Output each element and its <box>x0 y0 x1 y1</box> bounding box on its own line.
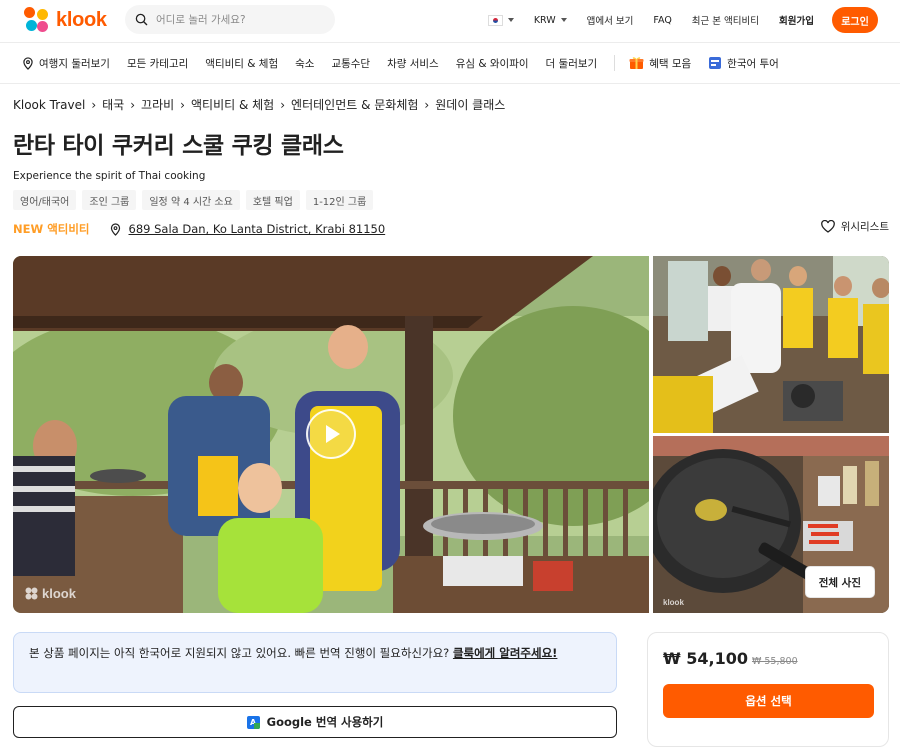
new-activity-badge: NEW 액티비티 <box>13 221 90 237</box>
page-subtitle: Experience the spirit of Thai cooking <box>13 170 206 182</box>
top-header: klook KRW 앱에서 보기 FAQ 최근 본 액티비티 회원가입 로그인 <box>0 0 900 42</box>
all-photos-button[interactable]: 전체 사진 <box>804 566 875 598</box>
google-translate-icon: A <box>246 715 260 729</box>
main-photo-video[interactable]: klook <box>13 256 649 613</box>
play-video-button[interactable] <box>306 409 356 459</box>
translation-notice: 본 상품 페이지는 아직 한국어로 지원되지 않고 있어요. 빠른 번역 진행이… <box>13 632 617 693</box>
tag-language: 영어/태국어 <box>13 190 77 210</box>
chevron-right-icon: › <box>424 97 430 112</box>
search-icon <box>135 13 148 26</box>
logo-text: klook <box>56 8 107 31</box>
tag-pickup: 호텔 픽업 <box>245 190 300 210</box>
nav-item-korean-tour[interactable]: 한국어 투어 <box>708 56 779 71</box>
heart-icon <box>820 220 835 233</box>
chevron-right-icon: › <box>91 97 97 112</box>
nav-item-deals[interactable]: 혜택 모음 <box>629 56 691 71</box>
breadcrumb-link[interactable]: 태국 <box>102 96 124 113</box>
nav-item-hotels[interactable]: 숙소 <box>295 56 314 71</box>
nav-item-transport[interactable]: 교통수단 <box>331 56 370 71</box>
nav-item-label: 혜택 모음 <box>649 57 692 70</box>
chevron-down-icon <box>560 18 567 22</box>
select-option-button[interactable]: 옵션 선택 <box>663 684 874 718</box>
notice-text: 본 상품 페이지는 아직 한국어로 지원되지 않고 있어요. 빠른 번역 진행이… <box>29 646 450 660</box>
klook-watermark: klook <box>25 586 76 601</box>
tag-duration: 일정 약 4 시간 소요 <box>142 190 240 210</box>
breadcrumb-link[interactable]: Klook Travel <box>13 98 85 112</box>
wishlist-label: 위시리스트 <box>840 221 889 233</box>
nav-item-label: 여행지 둘러보기 <box>39 57 110 70</box>
nav-item-more[interactable]: 더 둘러보기 <box>546 56 598 71</box>
wishlist-button[interactable]: 위시리스트 <box>820 219 889 234</box>
search-input[interactable] <box>156 13 316 26</box>
breadcrumb: Klook Travel › 태국 › 끄라비 › 액티비티 & 체험 › 엔터테인먼트… <box>13 96 505 113</box>
page-title: 란타 타이 쿠커리 스쿨 쿠킹 클래스 <box>13 133 344 159</box>
nav-item-car-services[interactable]: 차량 서비스 <box>387 56 439 71</box>
currency-label: KRW <box>533 14 556 26</box>
breadcrumb-link[interactable]: 끄라비 <box>141 96 174 113</box>
notify-klook-link[interactable]: 클룩에게 알려주세요! <box>453 646 557 660</box>
location-pin-icon <box>23 56 33 70</box>
faq-link[interactable]: FAQ <box>653 15 671 26</box>
klook-watermark: klook <box>663 598 684 607</box>
login-button[interactable]: 로그인 <box>832 7 878 33</box>
tag-group-type: 조인 그룹 <box>82 190 137 210</box>
activity-tags: 영어/태국어 조인 그룹 일정 약 4 시간 소요 호텔 픽업 1-12인 그룹 <box>13 190 374 210</box>
currency-selector[interactable]: KRW <box>534 15 567 26</box>
nav-item-label: 한국어 투어 <box>727 57 779 70</box>
breadcrumb-current[interactable]: 원데이 클래스 <box>435 96 505 113</box>
korean-tour-icon <box>709 57 722 69</box>
google-translate-label: Google 번역 사용하기 <box>266 715 384 729</box>
breadcrumb-link[interactable]: 엔터테인먼트 & 문화체험 <box>291 96 418 113</box>
watermark-text: klook <box>42 586 76 601</box>
nav-divider <box>614 55 616 71</box>
category-nav: 여행지 둘러보기 모든 카테고리 액티비티 & 체험 숙소 교통수단 차량 서비… <box>0 42 900 84</box>
new-badge-prefix: NEW <box>13 222 44 236</box>
address-text: 689 Sala Dan, Ko Lanta District, Krabi 8… <box>128 222 386 236</box>
app-link[interactable]: 앱에서 보기 <box>587 13 634 27</box>
gallery-photo-2[interactable] <box>653 256 889 433</box>
chevron-right-icon: › <box>180 97 185 112</box>
chevron-right-icon: › <box>280 97 286 112</box>
address-link[interactable]: 689 Sala Dan, Ko Lanta District, Krabi 8… <box>110 222 386 236</box>
breadcrumb-link[interactable]: 액티비티 & 체험 <box>191 96 274 113</box>
recently-viewed-link[interactable]: 최근 본 액티비티 <box>692 13 759 27</box>
new-badge-label: 액티비티 <box>47 222 90 236</box>
tag-group-size: 1-12인 그룹 <box>305 190 374 210</box>
watermark-text: klook <box>663 598 684 607</box>
nav-item-activities[interactable]: 액티비티 & 체험 <box>205 56 278 71</box>
booking-card: ₩ 54,100 ₩ 55,800 옵션 선택 <box>647 632 889 747</box>
gift-icon <box>629 57 644 69</box>
korea-flag-icon <box>487 14 503 26</box>
chevron-right-icon: › <box>130 97 136 112</box>
signup-link[interactable]: 회원가입 <box>779 13 814 27</box>
nav-item-destinations[interactable]: 여행지 둘러보기 <box>22 56 110 71</box>
language-selector[interactable] <box>487 14 514 26</box>
gallery-photo-3[interactable]: klook 전체 사진 <box>653 436 889 613</box>
cooking-class-group-photo <box>653 256 889 433</box>
klook-logo-icon <box>24 7 50 33</box>
nav-item-sim-wifi[interactable]: 유심 & 와이파이 <box>456 56 529 71</box>
current-price: ₩ 54,100 <box>663 649 748 668</box>
price-row: ₩ 54,100 ₩ 55,800 <box>663 649 798 668</box>
activity-meta-row: NEW 액티비티 689 Sala Dan, Ko Lanta District… <box>13 219 889 239</box>
klook-logo[interactable]: klook <box>24 6 107 34</box>
google-translate-button[interactable]: A Google 번역 사용하기 <box>13 706 617 738</box>
nav-item-all-categories[interactable]: 모든 카테고리 <box>127 56 188 71</box>
original-price: ₩ 55,800 <box>751 656 798 667</box>
search-bar[interactable] <box>125 5 335 34</box>
chevron-down-icon <box>507 18 514 22</box>
location-pin-icon <box>110 222 120 236</box>
klook-watermark-icon <box>25 587 38 600</box>
